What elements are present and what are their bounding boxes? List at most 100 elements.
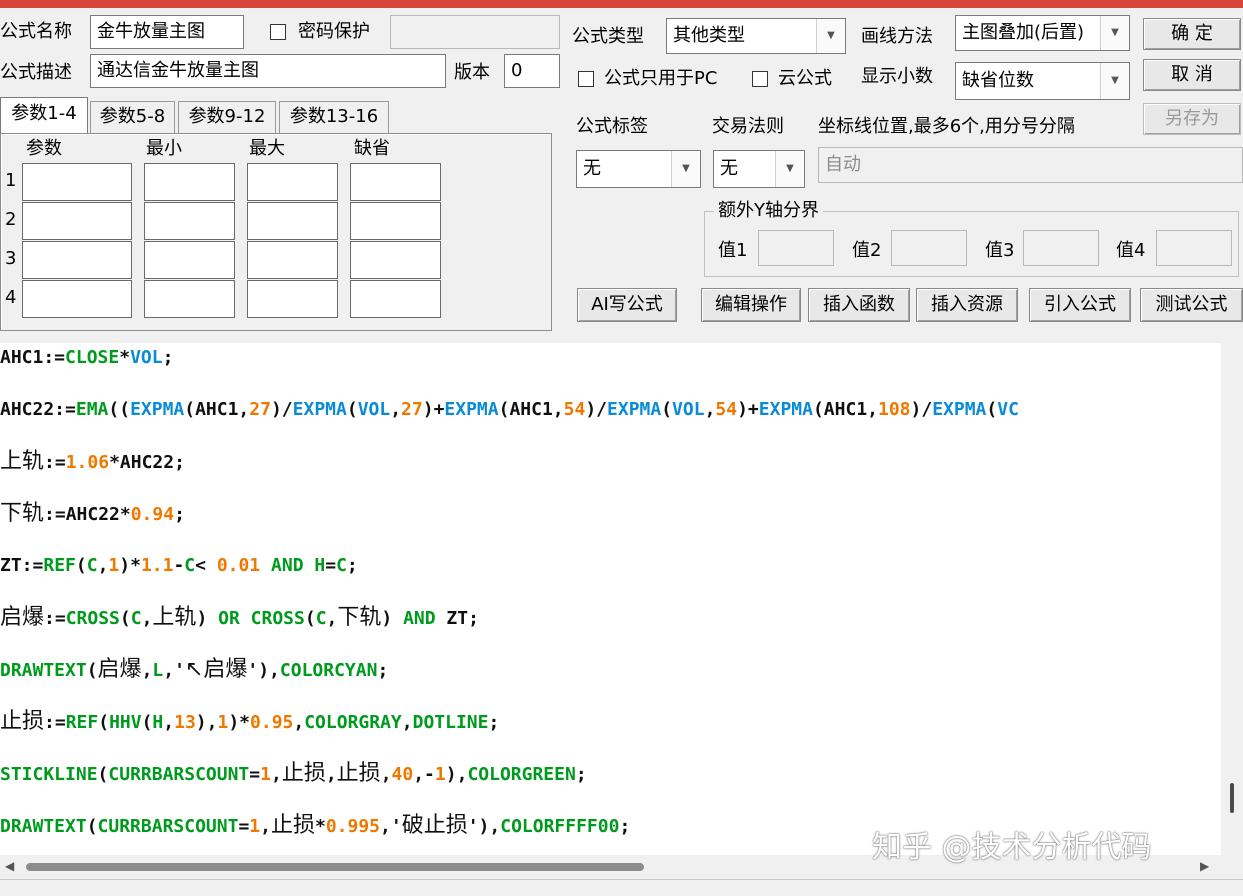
tab-params-1-4[interactable]: 参数1-4 <box>0 97 88 133</box>
code-token: )/ <box>270 399 293 420</box>
decimals-value: 缺省位数 <box>962 70 1034 91</box>
code-line[interactable]: 止损:=REF(HHV(H,13),1)*0.95,COLORGRAY,DOTL… <box>0 709 499 736</box>
import-formula-button[interactable]: 引入公式 <box>1029 288 1131 322</box>
decimals-select[interactable]: 缺省位数 ▼ <box>955 62 1130 100</box>
code-token: - <box>173 555 185 576</box>
param-4-default-input[interactable] <box>350 280 441 318</box>
param-3-min-input[interactable] <box>144 241 235 279</box>
code-line[interactable]: STICKLINE(CURRBARSCOUNT=1,止损,止损,40,-1),C… <box>0 761 587 788</box>
value-3-input[interactable] <box>1023 230 1099 266</box>
param-4-name-input[interactable] <box>22 280 132 318</box>
code-token: OR <box>218 608 240 629</box>
insert-function-button[interactable]: 插入函数 <box>808 288 910 322</box>
param-col-default: 缺省 <box>354 138 390 159</box>
code-token: , <box>390 399 402 420</box>
draw-method-select[interactable]: 主图叠加(后置) ▼ <box>955 15 1130 51</box>
code-token: ,' <box>380 816 402 837</box>
code-line[interactable]: DRAWTEXT(启爆,L,'↖启爆'),COLORCYAN; <box>0 657 388 684</box>
horizontal-scroll-thumb[interactable] <box>26 863 644 871</box>
tab-params-5-8[interactable]: 参数5-8 <box>90 101 175 133</box>
code-line[interactable]: AHC22:=EMA((EXPMA(AHC1,27)/EXPMA(VOL,27)… <box>0 397 1019 423</box>
param-3-max-input[interactable] <box>247 241 338 279</box>
password-label: 密码保护 <box>298 21 370 42</box>
status-strip <box>0 879 1243 896</box>
code-token: := <box>44 452 66 473</box>
value-3-label: 值3 <box>985 240 1015 261</box>
param-2-default-input[interactable] <box>350 202 441 240</box>
code-token: :=AHC22* <box>44 504 131 525</box>
password-checkbox[interactable] <box>270 24 286 40</box>
tab-params-13-16[interactable]: 参数13-16 <box>279 101 389 133</box>
code-token: := <box>44 712 66 733</box>
param-1-min-input[interactable] <box>144 163 235 201</box>
param-2-max-input[interactable] <box>247 202 338 240</box>
param-3-default-input[interactable] <box>350 241 441 279</box>
param-1-max-input[interactable] <box>247 163 338 201</box>
coord-line-input[interactable]: 自动 <box>818 147 1243 183</box>
code-token: 40 <box>391 764 414 785</box>
code-token: STICKLINE <box>0 764 98 785</box>
code-token: 0.94 <box>130 504 175 525</box>
code-token: 止损 <box>0 709 45 734</box>
param-2-name-input[interactable] <box>22 202 132 240</box>
tab-params-9-12[interactable]: 参数9-12 <box>178 101 276 133</box>
code-token: ( <box>86 816 98 837</box>
code-token: CURRBARSCOUNT <box>97 816 239 837</box>
test-formula-button[interactable]: 测试公式 <box>1140 288 1243 322</box>
code-line[interactable]: 下轨:=AHC22*0.94; <box>0 501 185 528</box>
param-4-min-input[interactable] <box>144 280 235 318</box>
code-token: 破止损 <box>401 813 468 838</box>
save-as-button[interactable]: 另存为 <box>1143 103 1241 135</box>
ai-write-formula-button[interactable]: AI写公式 <box>577 288 677 322</box>
code-token: L <box>152 660 164 681</box>
formula-type-select[interactable]: 其他类型 ▼ <box>666 18 846 54</box>
cloud-checkbox[interactable] <box>752 71 768 87</box>
insert-resource-button[interactable]: 插入资源 <box>916 288 1018 322</box>
code-token: ), <box>195 712 218 733</box>
value-4-input[interactable] <box>1156 230 1232 266</box>
edit-operations-button[interactable]: 编辑操作 <box>701 288 801 322</box>
vertical-scroll-thumb[interactable] <box>1230 783 1234 813</box>
pc-only-checkbox[interactable] <box>578 71 594 87</box>
code-token: DOTLINE <box>412 712 489 733</box>
param-row-label: 4 <box>5 287 17 308</box>
code-token: ( <box>97 764 109 785</box>
code-token: , <box>260 816 271 837</box>
version-input[interactable]: 0 <box>504 54 560 88</box>
vertical-scrollbar[interactable] <box>1221 343 1243 855</box>
param-2-min-input[interactable] <box>144 202 235 240</box>
code-token: ; <box>346 555 358 576</box>
cancel-button[interactable]: 取 消 <box>1143 59 1241 91</box>
code-token: (AHC1, <box>498 399 564 420</box>
param-1-default-input[interactable] <box>350 163 441 201</box>
formula-name-input[interactable]: 金牛放量主图 <box>90 15 244 49</box>
code-token: ( <box>75 555 87 576</box>
code-line[interactable]: ZT:=REF(C,1)*1.1-C< 0.01 AND H=C; <box>0 553 358 579</box>
param-1-name-input[interactable] <box>22 163 132 201</box>
value-2-input[interactable] <box>891 230 967 266</box>
code-token: ZT:= <box>0 555 44 576</box>
code-token: 1.1 <box>140 555 174 576</box>
code-line[interactable]: 上轨:=1.06*AHC22; <box>0 449 185 476</box>
formula-tag-select[interactable]: 无 ▼ <box>576 150 701 188</box>
scroll-right-icon[interactable]: ▶ <box>1200 859 1209 873</box>
code-token: , <box>401 712 413 733</box>
scroll-left-icon[interactable]: ◀ <box>5 859 14 873</box>
code-token: = <box>325 555 337 576</box>
code-line[interactable]: DRAWTEXT(CURRBARSCOUNT=1,止损*0.995,'破止损')… <box>0 813 630 840</box>
trade-rule-select[interactable]: 无 ▼ <box>713 150 805 188</box>
code-line[interactable]: AHC1:=CLOSE*VOL; <box>0 345 173 371</box>
code-line[interactable]: 启爆:=CROSS(C,上轨) OR CROSS(C,下轨) AND ZT; <box>0 605 479 632</box>
value-1-input[interactable] <box>758 230 834 266</box>
param-3-name-input[interactable] <box>22 241 132 279</box>
confirm-button[interactable]: 确 定 <box>1143 18 1241 50</box>
code-token: ; <box>619 816 631 837</box>
y-axis-group-title: 额外Y轴分界 <box>714 200 823 222</box>
param-4-max-input[interactable] <box>247 280 338 318</box>
code-token: 下轨 <box>337 605 382 630</box>
formula-desc-input[interactable]: 通达信金牛放量主图 <box>90 54 446 88</box>
trade-rule-label: 交易法则 <box>712 116 784 137</box>
code-editor[interactable]: AHC1:=CLOSE*VOL; AHC22:=EMA((EXPMA(AHC1,2… <box>0 343 1221 855</box>
code-token: C <box>130 608 142 629</box>
